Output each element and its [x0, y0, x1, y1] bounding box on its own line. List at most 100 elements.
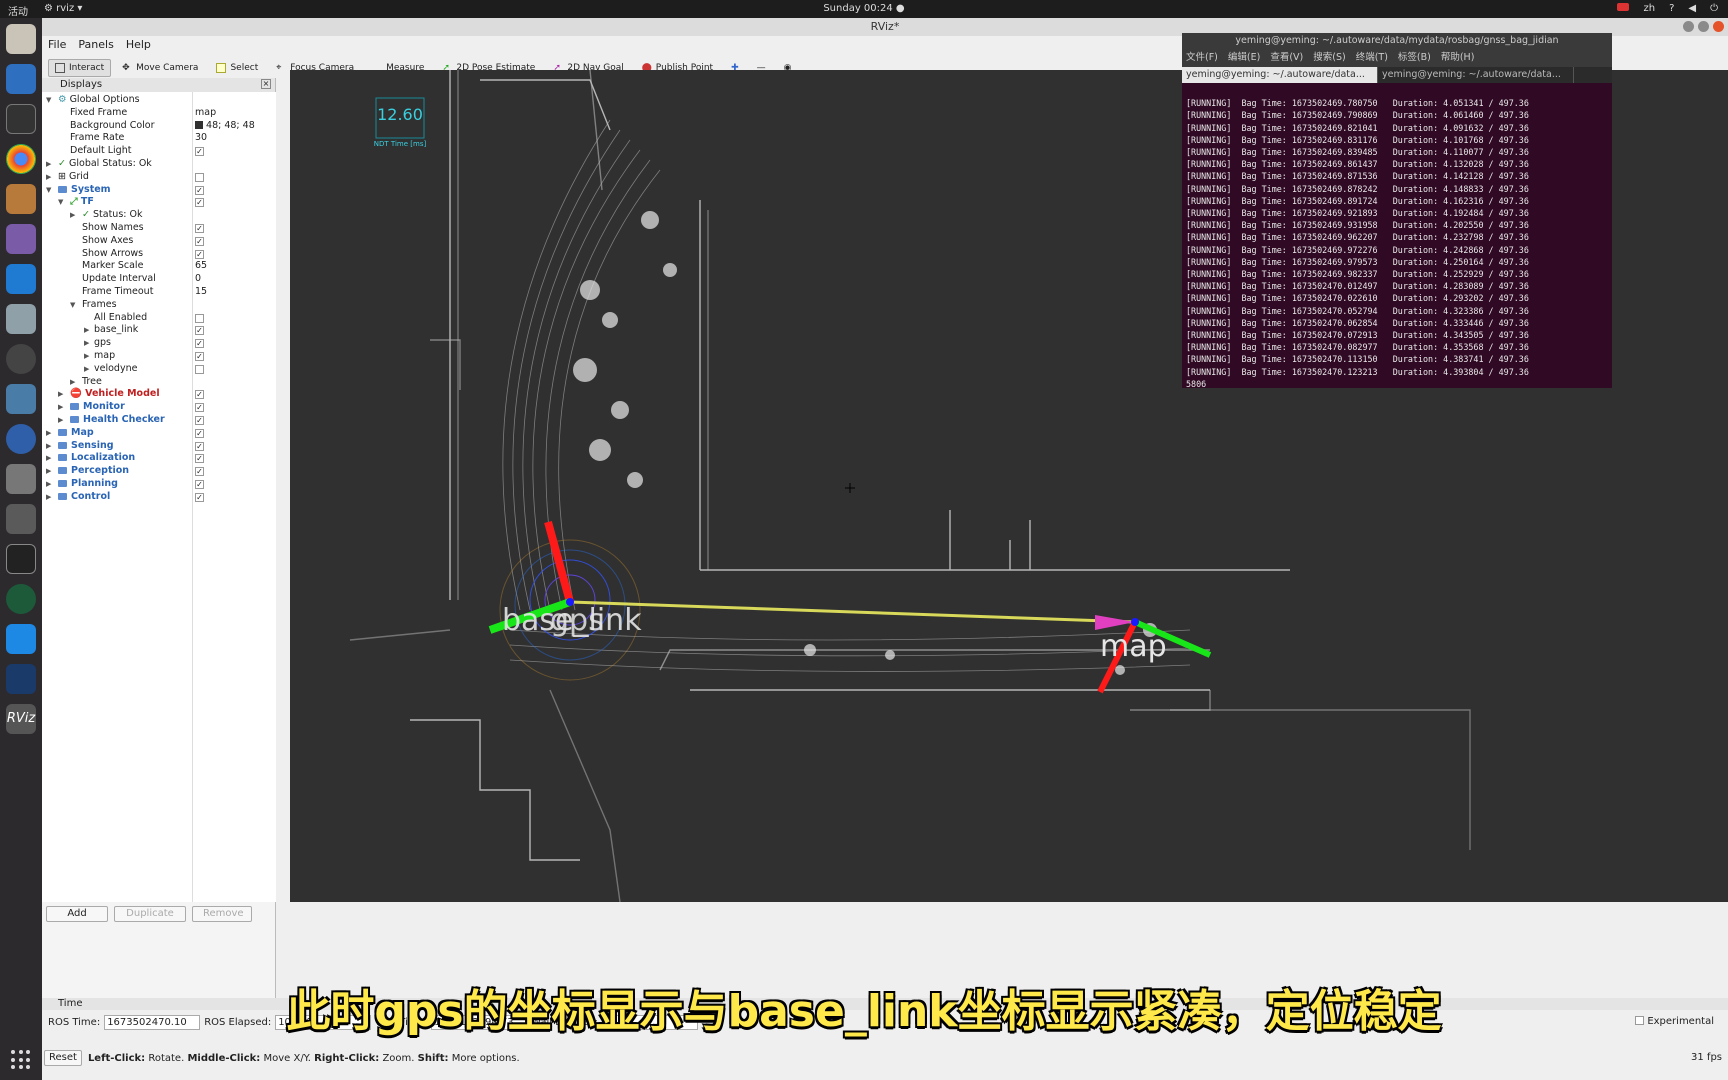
globe-icon[interactable]: [6, 584, 36, 614]
tree-row-gps[interactable]: ▶ gps ✓: [42, 337, 276, 350]
expand-arrow-icon[interactable]: ▶: [58, 401, 63, 414]
tree-row-global-status[interactable]: ▶ ✓ Global Status: Ok: [42, 158, 276, 171]
expand-arrow-icon[interactable]: ▶: [58, 414, 63, 427]
row-value[interactable]: 0: [195, 273, 201, 286]
expand-arrow-icon[interactable]: ▶: [46, 158, 51, 171]
volume-icon[interactable]: ◀: [1688, 3, 1696, 14]
checkbox[interactable]: ✓: [195, 454, 204, 464]
row-value[interactable]: 30: [195, 132, 207, 145]
expand-arrow-icon[interactable]: ▶: [46, 478, 51, 491]
tree-row-marker-scale[interactable]: Marker Scale 65: [42, 260, 276, 273]
term-menu-view[interactable]: 查看(V): [1270, 49, 1303, 67]
expand-arrow-icon[interactable]: ▶: [58, 388, 63, 401]
calculator-icon[interactable]: [6, 304, 36, 334]
expand-arrow-icon[interactable]: ▶: [84, 337, 89, 350]
tool-move-camera[interactable]: ✥ Move Camera: [115, 59, 205, 77]
tool-select[interactable]: Select: [209, 59, 265, 77]
tools-icon[interactable]: [6, 464, 36, 494]
show-apps-icon[interactable]: [11, 1050, 31, 1070]
expand-arrow-icon[interactable]: ▶: [70, 209, 75, 222]
tree-row-global-options[interactable]: ▼ ⚙ Global Options: [42, 94, 276, 107]
checkbox[interactable]: ✓: [195, 339, 204, 349]
tree-row-localization[interactable]: ▶ Localization ✓: [42, 452, 276, 465]
checkbox[interactable]: ✓: [195, 185, 204, 195]
expand-arrow-icon[interactable]: ▶: [46, 440, 51, 453]
settings-icon[interactable]: [6, 344, 36, 374]
blender-icon[interactable]: [6, 424, 36, 454]
tree-row-tf-status[interactable]: ▶ ✓ Status: Ok: [42, 209, 276, 222]
tree-row-control[interactable]: ▶ Control ✓: [42, 491, 276, 504]
checkbox[interactable]: ✓: [195, 224, 204, 233]
expand-arrow-icon[interactable]: ▼: [70, 299, 75, 312]
input-method[interactable]: zh: [1643, 3, 1655, 14]
menu-help[interactable]: Help: [126, 36, 151, 54]
autoware-icon[interactable]: [6, 664, 36, 694]
archive-icon[interactable]: [6, 184, 36, 214]
checkbox[interactable]: ✓: [195, 249, 204, 259]
terminal-tab-1[interactable]: yeming@yeming: ~/.autoware/data...: [1182, 67, 1378, 83]
terminal-window[interactable]: yeming@yeming: ~/.autoware/data/mydata/r…: [1182, 33, 1612, 389]
terminal-icon[interactable]: [6, 104, 36, 134]
close-button[interactable]: [1713, 21, 1724, 32]
checkbox[interactable]: ✓: [195, 492, 204, 502]
tree-row-planning[interactable]: ▶ Planning ✓: [42, 478, 276, 491]
checkbox[interactable]: [195, 364, 204, 374]
tree-row-vehicle-model[interactable]: ▶ ⛔ Vehicle Model ✓: [42, 388, 276, 401]
menu-file[interactable]: File: [48, 36, 66, 54]
term-menu-terminal[interactable]: 终端(T): [1356, 49, 1388, 67]
checkbox[interactable]: ✓: [195, 467, 204, 477]
tree-row-frame-timeout[interactable]: Frame Timeout 15: [42, 286, 276, 299]
tree-row-health-checker[interactable]: ▶ Health Checker ✓: [42, 414, 276, 427]
row-value[interactable]: 65: [195, 260, 207, 273]
expand-arrow-icon[interactable]: ▼: [46, 184, 51, 197]
files-icon[interactable]: [6, 24, 36, 54]
tree-row-show-names[interactable]: Show Names ✓: [42, 222, 276, 235]
tree-row-sensing[interactable]: ▶ Sensing ✓: [42, 440, 276, 453]
checkbox[interactable]: ✓: [195, 147, 204, 157]
tree-row-update-interval[interactable]: Update Interval 0: [42, 273, 276, 286]
tree-row-base-link[interactable]: ▶ base_link ✓: [42, 324, 276, 337]
expand-arrow-icon[interactable]: ▶: [84, 324, 89, 337]
reset-button[interactable]: Reset: [44, 1050, 82, 1066]
checkbox[interactable]: [195, 172, 204, 182]
checkbox[interactable]: ✓: [195, 403, 204, 413]
minimize-button[interactable]: [1683, 21, 1694, 32]
row-value[interactable]: 15: [195, 286, 207, 299]
term-menu-file[interactable]: 文件(F): [1186, 49, 1218, 67]
terminal-titlebar[interactable]: yeming@yeming: ~/.autoware/data/mydata/r…: [1182, 33, 1612, 49]
checkbox[interactable]: [195, 313, 204, 323]
tree-row-grid[interactable]: ▶ ⊞ Grid: [42, 171, 276, 184]
power-icon[interactable]: ⏻: [1710, 3, 1718, 14]
todesk-icon[interactable]: [6, 624, 36, 654]
writer-icon[interactable]: [6, 64, 36, 94]
tree-row-map[interactable]: ▶ map ✓: [42, 350, 276, 363]
checkbox[interactable]: ✓: [195, 390, 204, 400]
checkbox[interactable]: ✓: [195, 326, 204, 336]
tree-row-frames[interactable]: ▼ Frames: [42, 299, 276, 312]
tree-row-tree[interactable]: ▶ Tree: [42, 376, 276, 389]
tree-row-default-light[interactable]: Default Light ✓: [42, 145, 276, 158]
remove-button[interactable]: Remove: [192, 906, 252, 922]
expand-arrow-icon[interactable]: ▶: [46, 427, 51, 440]
image-viewer-icon[interactable]: [6, 384, 36, 414]
tree-row-tf[interactable]: ▼ ⤢ TF ✓: [42, 196, 276, 209]
tree-row-show-axes[interactable]: Show Axes ✓: [42, 235, 276, 248]
rviz-dock-icon[interactable]: RViz: [6, 704, 36, 734]
checkbox[interactable]: ✓: [195, 352, 204, 361]
term-menu-help[interactable]: 帮助(H): [1441, 49, 1475, 67]
tree-row-perception[interactable]: ▶ Perception ✓: [42, 465, 276, 478]
chrome-icon[interactable]: [6, 144, 36, 174]
checkbox[interactable]: ✓: [195, 198, 204, 208]
expand-arrow-icon[interactable]: ▶: [84, 350, 89, 363]
help-icon[interactable]: ?: [1669, 3, 1674, 14]
expand-arrow-icon[interactable]: ▶: [46, 491, 51, 504]
screenshot-icon[interactable]: [6, 224, 36, 254]
terminal-tab-2[interactable]: yeming@yeming: ~/.autoware/data...: [1378, 67, 1574, 83]
expand-arrow-icon[interactable]: ▶: [84, 363, 89, 376]
term-menu-search[interactable]: 搜索(S): [1313, 49, 1345, 67]
row-value[interactable]: 48; 48; 48: [195, 120, 255, 133]
system-tray[interactable]: zh ? ◀ ⏻: [1617, 3, 1718, 14]
menu-panels[interactable]: Panels: [78, 36, 113, 54]
expand-arrow-icon[interactable]: ▼: [58, 196, 63, 209]
checkbox[interactable]: ✓: [195, 441, 204, 451]
